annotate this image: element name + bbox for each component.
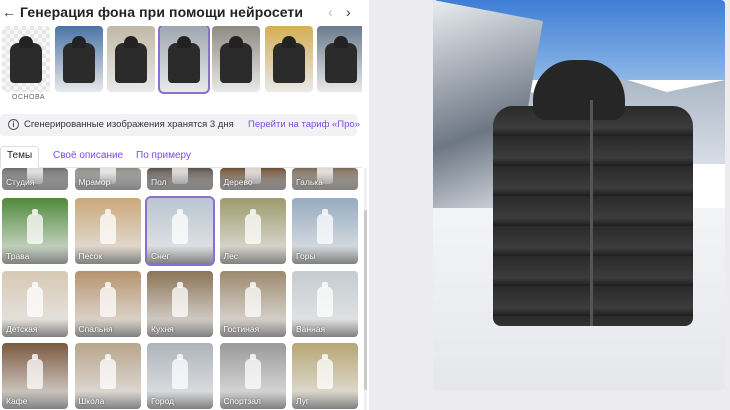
theme-label: Гостиная bbox=[223, 323, 260, 334]
theme-tile[interactable]: Дерево bbox=[219, 168, 286, 190]
jacket-zipper bbox=[590, 100, 593, 326]
theme-label: Пол bbox=[151, 177, 167, 187]
theme-label: Спальня bbox=[78, 323, 113, 334]
upgrade-plan-link[interactable]: Перейти на тариф «Про» bbox=[248, 119, 360, 130]
chevron-right-icon[interactable]: › bbox=[346, 4, 351, 20]
theme-tile[interactable]: Кухня bbox=[147, 270, 213, 337]
theme-tile[interactable]: Спортзал bbox=[219, 343, 286, 409]
carousel-thumb[interactable] bbox=[107, 26, 155, 92]
theme-label: Лес bbox=[223, 251, 239, 261]
theme-label: Студия bbox=[6, 177, 35, 187]
jacket-thumbnail bbox=[272, 36, 305, 84]
bottle-placeholder bbox=[172, 209, 188, 244]
preview-panel bbox=[369, 0, 730, 410]
bottle-placeholder bbox=[172, 281, 188, 317]
bottle-placeholder bbox=[244, 209, 261, 244]
base-label: ОСНОВА bbox=[12, 94, 46, 101]
tab-by-example[interactable]: По примеру bbox=[136, 150, 191, 161]
theme-label: Песок bbox=[78, 251, 103, 261]
theme-label: Город bbox=[151, 396, 174, 406]
theme-label: Кухня bbox=[151, 323, 174, 334]
page-title: Генерация фона при помощи нейросети bbox=[20, 4, 304, 20]
bottle-placeholder bbox=[172, 354, 188, 389]
theme-label: Снег bbox=[151, 251, 170, 261]
jacket-thumbnail bbox=[62, 36, 95, 84]
theme-tile[interactable]: Галька bbox=[292, 168, 358, 190]
theme-label: Спортзал bbox=[223, 396, 262, 406]
bottle-placeholder bbox=[244, 281, 261, 317]
theme-tile[interactable]: Лес bbox=[219, 198, 286, 264]
chevron-left-icon[interactable]: ‹ bbox=[328, 4, 333, 20]
theme-label: Трава bbox=[6, 251, 30, 261]
info-text: Сгенерированные изображения хранятся 3 д… bbox=[24, 119, 234, 130]
jacket-product bbox=[483, 60, 703, 330]
theme-tile[interactable]: Город bbox=[147, 343, 213, 409]
carousel-thumb[interactable] bbox=[212, 26, 260, 92]
bottle-placeholder bbox=[27, 354, 43, 389]
jacket-hood bbox=[533, 60, 625, 120]
carousel-thumb[interactable] bbox=[317, 26, 362, 92]
panel-header: ← Генерация фона при помощи нейросети ‹ … bbox=[0, 0, 362, 24]
theme-tile[interactable]: Пол bbox=[147, 168, 213, 190]
bottle-placeholder bbox=[99, 281, 116, 317]
themes-grid: Студия Мрамор Пол Дерево Галька Трава Песок Сне… bbox=[0, 168, 362, 410]
theme-label: Школа bbox=[78, 396, 105, 406]
theme-label: Дерево bbox=[223, 177, 253, 187]
scrollbar-thumb[interactable] bbox=[364, 210, 367, 390]
theme-label: Горы bbox=[296, 251, 316, 261]
bottle-placeholder bbox=[27, 209, 43, 244]
theme-tile[interactable]: Студия bbox=[2, 168, 68, 190]
carousel-thumb[interactable] bbox=[2, 26, 50, 92]
bottle-placeholder bbox=[99, 354, 116, 389]
theme-tile[interactable]: Школа bbox=[74, 343, 141, 409]
theme-label: Луг bbox=[296, 396, 310, 406]
bottle-placeholder bbox=[317, 354, 333, 389]
jacket-thumbnail bbox=[10, 36, 42, 84]
carousel-thumb[interactable] bbox=[264, 26, 313, 92]
theme-tile[interactable]: Спальня bbox=[74, 270, 141, 337]
theme-label: Галька bbox=[296, 177, 323, 187]
theme-label: Кафе bbox=[6, 396, 28, 406]
theme-tile[interactable]: Снег bbox=[145, 196, 215, 266]
jacket-thumbnail bbox=[115, 36, 147, 84]
theme-tile[interactable]: Мрамор bbox=[74, 168, 141, 190]
bottle-placeholder bbox=[99, 209, 116, 244]
jacket-thumbnail bbox=[167, 36, 200, 84]
jacket-thumbnail bbox=[325, 36, 357, 84]
tab-themes[interactable]: Темы bbox=[0, 146, 40, 168]
theme-tile[interactable]: Луг bbox=[292, 343, 358, 409]
theme-tile[interactable]: Гостиная bbox=[219, 270, 286, 337]
bottle-placeholder bbox=[317, 209, 333, 244]
info-icon: i bbox=[8, 119, 19, 130]
bottle-placeholder bbox=[244, 354, 261, 389]
theme-label: Ванная bbox=[296, 323, 326, 334]
bottle-placeholder bbox=[317, 281, 333, 317]
left-panel: ← Генерация фона при помощи нейросети ‹ … bbox=[0, 0, 362, 410]
theme-tile[interactable]: Детская bbox=[2, 270, 68, 337]
theme-tile[interactable]: Ванная bbox=[292, 270, 358, 337]
generated-images-carousel bbox=[0, 26, 362, 104]
jacket-body bbox=[493, 106, 693, 326]
jacket-thumbnail bbox=[220, 36, 252, 84]
carousel-thumb[interactable] bbox=[54, 26, 103, 92]
bottle-placeholder bbox=[27, 281, 43, 317]
preview-image bbox=[433, 0, 725, 390]
theme-tile[interactable]: Трава bbox=[2, 198, 68, 264]
arrow-left-icon[interactable]: ← bbox=[2, 4, 16, 20]
app-root: ← Генерация фона при помощи нейросети ‹ … bbox=[0, 0, 730, 410]
theme-tile[interactable]: Кафе bbox=[2, 343, 68, 409]
tab-bar: Темы Своё описание По примеру bbox=[0, 146, 362, 168]
info-banner: i Сгенерированные изображения хранятся 3… bbox=[0, 114, 360, 136]
theme-tile[interactable]: Песок bbox=[74, 198, 141, 264]
theme-label: Мрамор bbox=[78, 177, 111, 187]
theme-tile[interactable]: Горы bbox=[292, 198, 358, 264]
theme-label: Детская bbox=[6, 323, 38, 334]
carousel-thumb[interactable] bbox=[157, 26, 210, 94]
tab-own-description[interactable]: Своё описание bbox=[53, 150, 123, 161]
